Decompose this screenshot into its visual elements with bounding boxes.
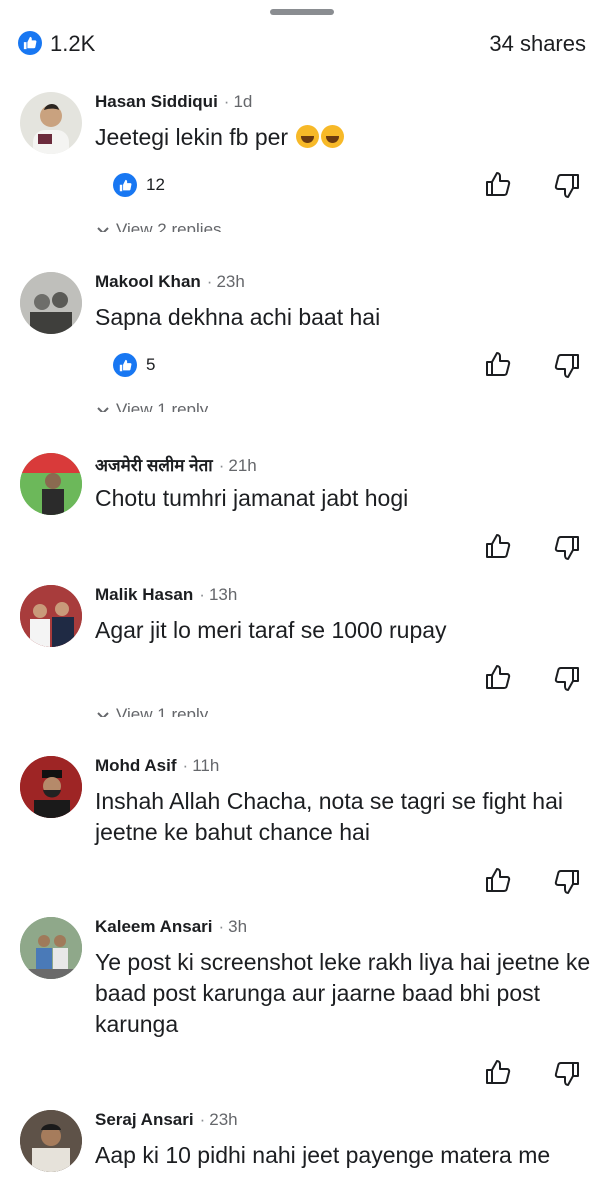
chevron-down-icon (97, 712, 109, 717)
timestamp: 21h (228, 456, 257, 475)
view-replies-label: View 1 reply (116, 705, 209, 717)
avatar[interactable] (20, 272, 82, 334)
like-reaction-icon (113, 353, 137, 377)
thumbs-down-icon[interactable] (553, 172, 581, 200)
chevron-down-icon (97, 407, 109, 412)
reaction-count: 5 (146, 355, 156, 374)
view-replies-label: View 2 replies (116, 220, 222, 232)
like-count[interactable]: 1.2K (50, 31, 95, 57)
thumbs-down-icon[interactable] (553, 534, 581, 562)
thumbs-up-icon[interactable] (484, 866, 512, 894)
comment-text: Ye post ki screenshot leke rakh liya hai… (95, 949, 591, 1037)
timestamp: 23h (209, 1110, 238, 1129)
comment-body: Jeetegi lekin fb per (95, 124, 289, 150)
author-name[interactable]: अजमेरी सलीम नेता (95, 453, 213, 476)
view-replies-link[interactable]: View 1 reply (96, 705, 208, 717)
comment-meta: अजमेरी सलीम नेता · 21h (95, 453, 257, 477)
comment-meta: Hasan Siddiqui · 1d (95, 92, 252, 116)
separator-dot: · (223, 92, 230, 111)
author-name[interactable]: Seraj Ansari (95, 1110, 194, 1130)
timestamp: 1d (233, 92, 253, 111)
thumbs-down-icon[interactable] (553, 665, 581, 693)
comment-meta: Makool Khan · 23h (95, 272, 245, 296)
laughing-emoji-icon (321, 125, 345, 148)
timestamp: 23h (216, 272, 245, 291)
avatar[interactable] (20, 1110, 82, 1172)
avatar[interactable] (20, 92, 82, 154)
view-replies-link[interactable]: View 2 replies (96, 220, 222, 232)
reaction-count: 12 (146, 175, 165, 194)
author-name[interactable]: Mohd Asif (95, 756, 177, 776)
author-name[interactable]: Hasan Siddiqui (95, 92, 218, 112)
comment-text: Jeetegi lekin fb per (95, 122, 595, 153)
thumbs-up-icon[interactable] (484, 170, 512, 198)
thumbs-up-icon[interactable] (484, 1058, 512, 1086)
comment-text: Aap ki 10 pidhi nahi jeet payenge matera… (95, 1142, 551, 1168)
author-name[interactable]: Kaleem Ansari (95, 917, 212, 937)
chevron-down-icon (97, 227, 109, 232)
avatar[interactable] (20, 756, 82, 818)
author-name[interactable]: Malik Hasan (95, 585, 193, 605)
timestamp: 13h (208, 585, 238, 604)
comment-meta: Malik Hasan · 13h (95, 585, 237, 609)
comment-meta: Seraj Ansari · 23h (95, 1110, 238, 1134)
separator-dot: · (182, 756, 189, 775)
like-reaction-icon (113, 173, 137, 197)
comment-meta: Mohd Asif · 11h (95, 756, 219, 780)
comment-text: Sapna dekhna achi baat hai (95, 304, 381, 330)
timestamp: 3h (228, 917, 248, 936)
drag-handle[interactable] (270, 9, 334, 15)
view-replies-link[interactable]: View 1 reply (96, 400, 208, 412)
separator-dot: · (218, 917, 225, 936)
comment-text: Inshah Allah Chacha, nota se tagri se fi… (95, 788, 563, 845)
thumbs-down-icon[interactable] (553, 352, 581, 380)
laughing-emoji-icon (296, 125, 320, 148)
comment-text: Agar jit lo meri taraf se 1000 rupay (95, 617, 447, 643)
comment-text: Chotu tumhri jamanat jabt hogi (95, 485, 409, 511)
comment-reactions[interactable]: 5 (113, 352, 155, 378)
separator-dot: · (199, 1110, 206, 1129)
share-count[interactable]: 34 shares (489, 31, 586, 57)
avatar[interactable] (20, 585, 82, 647)
separator-dot: · (218, 456, 225, 475)
separator-dot: · (199, 585, 205, 604)
thumbs-up-icon[interactable] (484, 532, 512, 560)
comment-reactions[interactable]: 12 (113, 172, 165, 198)
thumbs-up-icon[interactable] (484, 350, 512, 378)
thumbs-up-icon[interactable] (484, 663, 512, 691)
view-replies-label: View 1 reply (116, 400, 209, 412)
author-name[interactable]: Makool Khan (95, 272, 201, 292)
like-reaction-icon[interactable] (18, 31, 42, 55)
separator-dot: · (206, 272, 213, 291)
reaction-summary-bar: 1.2K 34 shares (0, 28, 606, 60)
avatar[interactable] (20, 917, 82, 979)
timestamp: 11h (192, 756, 220, 775)
thumbs-down-icon[interactable] (553, 868, 581, 896)
avatar[interactable] (20, 453, 82, 515)
thumbs-down-icon[interactable] (553, 1060, 581, 1088)
comment-meta: Kaleem Ansari · 3h (95, 917, 247, 941)
